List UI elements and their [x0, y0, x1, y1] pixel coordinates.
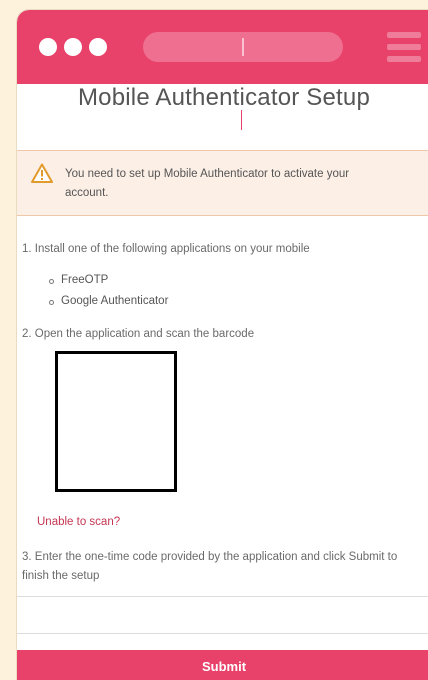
step-3-line-2: finish the setup: [22, 570, 100, 582]
text-cursor: [242, 38, 244, 56]
mobile-device-frame: Mobile Authenticator Setup You need to s…: [17, 10, 428, 680]
warning-alert: You need to set up Mobile Authenticator …: [17, 150, 428, 216]
list-item: FreeOTP: [48, 274, 109, 286]
step-3-instruction: 3. Enter the one-time code provided by t…: [22, 548, 428, 586]
unable-to-scan-link[interactable]: Unable to scan?: [37, 516, 120, 528]
window-dot-icon: [64, 38, 82, 56]
step-2-instruction: 2. Open the application and scan the bar…: [22, 328, 255, 340]
step-3-text: 3. Enter the one-time code provided by t…: [22, 551, 397, 582]
browser-top-bar: [17, 10, 428, 84]
window-dot-icon: [39, 38, 57, 56]
list-item: Google Authenticator: [48, 295, 169, 307]
text-cursor: [241, 110, 242, 130]
qr-barcode-image: [55, 351, 177, 492]
address-bar[interactable]: [143, 32, 343, 62]
window-dot-icon: [89, 38, 107, 56]
warning-icon: [31, 163, 53, 183]
page-title: Mobile Authenticator Setup: [77, 84, 371, 111]
submit-button[interactable]: Submit: [17, 650, 428, 680]
one-time-code-input[interactable]: [17, 596, 428, 634]
step-1-instruction: 1. Install one of the following applicat…: [22, 243, 310, 255]
hamburger-menu-icon[interactable]: [387, 32, 421, 62]
step-3-line-1: 3. Enter the one-time code provided by t…: [22, 551, 398, 563]
alert-message: You need to set up Mobile Authenticator …: [65, 168, 350, 199]
